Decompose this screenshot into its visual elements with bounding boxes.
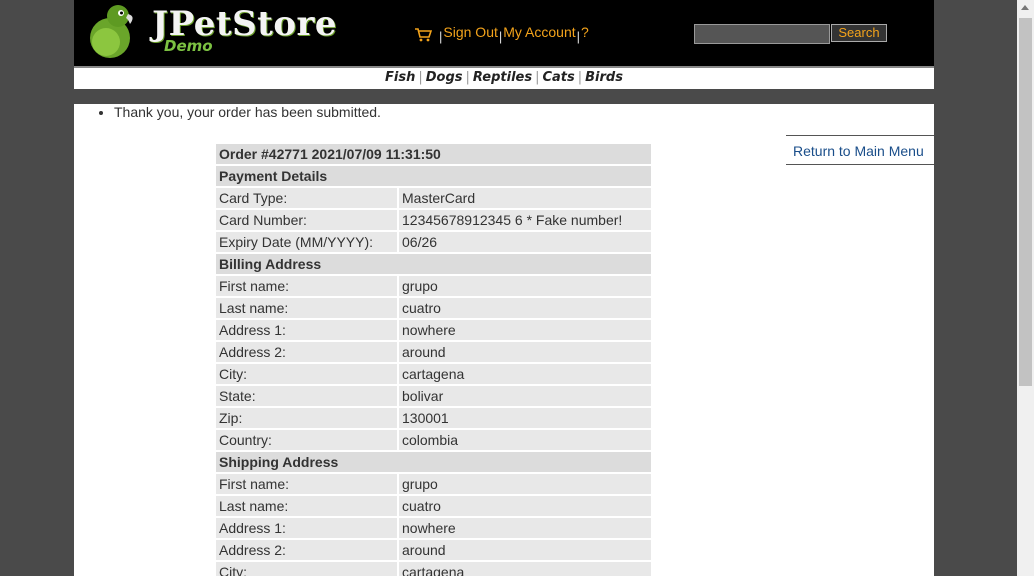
field-label: First name:: [216, 474, 397, 494]
field-value: bolivar: [399, 386, 651, 406]
field-value: cartagena: [399, 364, 651, 384]
table-row: Card Number: 12345678912345 6 * Fake numb…: [216, 210, 651, 230]
table-row: Address 2: around: [216, 342, 651, 362]
quicklink-separator: |: [418, 70, 423, 85]
scrollbar-thumb[interactable]: [1019, 18, 1032, 386]
field-label: Country:: [216, 430, 397, 450]
field-value: colombia: [399, 430, 651, 450]
logo[interactable]: JPetStore Demo: [84, 2, 337, 60]
field-value: grupo: [399, 276, 651, 296]
field-label: First name:: [216, 276, 397, 296]
order-title-text: Order #42771 2021/07/09 11:31:50: [216, 144, 651, 164]
table-row: Last name: cuatro: [216, 298, 651, 318]
page: JPetStore Demo |Sign Out|My Account|? Se…: [74, 0, 934, 576]
table-row: First name: grupo: [216, 474, 651, 494]
parrot-logo-icon: [90, 5, 133, 58]
field-value: around: [399, 540, 651, 560]
order-details-table: Order #42771 2021/07/09 11:31:50 Payment …: [214, 142, 653, 576]
confirmation-message: Thank you, your order has been submitted…: [114, 102, 381, 122]
table-row: City: cartagena: [216, 364, 651, 384]
field-label: City:: [216, 364, 397, 384]
field-label: State:: [216, 386, 397, 406]
field-value: cartagena: [399, 562, 651, 576]
field-value: cuatro: [399, 496, 651, 516]
field-value: MasterCard: [399, 188, 651, 208]
table-row: Card Type: MasterCard: [216, 188, 651, 208]
shipping-address-header-text: Shipping Address: [216, 452, 651, 472]
table-row: Address 2: around: [216, 540, 651, 560]
table-row: Address 1: nowhere: [216, 320, 651, 340]
order-title: Order #42771 2021/07/09 11:31:50: [216, 144, 651, 164]
field-label: Address 2:: [216, 540, 397, 560]
quicklink-reptiles[interactable]: Reptiles: [473, 70, 532, 85]
field-value: nowhere: [399, 320, 651, 340]
payment-details-header: Payment Details: [216, 166, 651, 186]
return-to-main-menu-link[interactable]: Return to Main Menu: [786, 135, 934, 165]
table-row: Zip: 130001: [216, 408, 651, 428]
field-label: Zip:: [216, 408, 397, 428]
quick-links: Fish | Dogs | Reptiles | Cats | Birds: [74, 68, 934, 89]
my-account-link[interactable]: My Account: [503, 24, 575, 40]
quicklink-separator: |: [577, 70, 583, 85]
field-label: Card Number:: [216, 210, 397, 230]
quicklink-separator: |: [465, 70, 470, 85]
shopping-cart-icon[interactable]: [414, 28, 432, 42]
field-value: cuatro: [399, 298, 651, 318]
field-label: Expiry Date (MM/YYYY):: [216, 232, 397, 252]
field-value: 06/26: [399, 232, 651, 252]
sign-out-link[interactable]: Sign Out: [443, 24, 497, 40]
quicklink-fish[interactable]: Fish: [385, 70, 415, 85]
table-row: Last name: cuatro: [216, 496, 651, 516]
header: JPetStore Demo |Sign Out|My Account|? Se…: [74, 0, 934, 66]
menu-separator: |: [498, 29, 503, 44]
scroll-up-arrow-icon[interactable]: [1021, 5, 1029, 10]
table-row: Address 1: nowhere: [216, 518, 651, 538]
shipping-address-header: Shipping Address: [216, 452, 651, 472]
quicklink-birds[interactable]: Birds: [585, 70, 623, 85]
field-label: Address 1:: [216, 518, 397, 538]
field-label: Address 1:: [216, 320, 397, 340]
logo-subtitle: Demo: [164, 37, 213, 55]
quicklink-dogs[interactable]: Dogs: [426, 70, 463, 85]
field-label: Last name:: [216, 298, 397, 318]
billing-address-header-text: Billing Address: [216, 254, 651, 274]
field-value: around: [399, 342, 651, 362]
quicklink-cats[interactable]: Cats: [542, 70, 574, 85]
quicklink-separator: |: [535, 70, 540, 85]
messages-list: Thank you, your order has been submitted…: [74, 102, 381, 122]
table-row: City: cartagena: [216, 562, 651, 576]
help-link[interactable]: ?: [581, 24, 589, 40]
field-label: Card Type:: [216, 188, 397, 208]
table-row: Expiry Date (MM/YYYY): 06/26: [216, 232, 651, 252]
field-label: City:: [216, 562, 397, 576]
payment-details-header-text: Payment Details: [216, 166, 651, 186]
table-row: Country: colombia: [216, 430, 651, 450]
search-input[interactable]: [694, 24, 830, 44]
menu-separator: |: [439, 29, 443, 44]
field-value: grupo: [399, 474, 651, 494]
field-value: 130001: [399, 408, 651, 428]
search-button[interactable]: Search: [831, 24, 887, 42]
field-value: nowhere: [399, 518, 651, 538]
menu-separator: |: [576, 29, 581, 44]
field-label: Last name:: [216, 496, 397, 516]
field-label: Address 2:: [216, 342, 397, 362]
field-value: 12345678912345 6 * Fake number!: [399, 210, 651, 230]
header-menu: |Sign Out|My Account|?: [414, 24, 589, 44]
table-row: State: bolivar: [216, 386, 651, 406]
table-row: First name: grupo: [216, 276, 651, 296]
vertical-scrollbar[interactable]: [1017, 0, 1034, 576]
billing-address-header: Billing Address: [216, 254, 651, 274]
